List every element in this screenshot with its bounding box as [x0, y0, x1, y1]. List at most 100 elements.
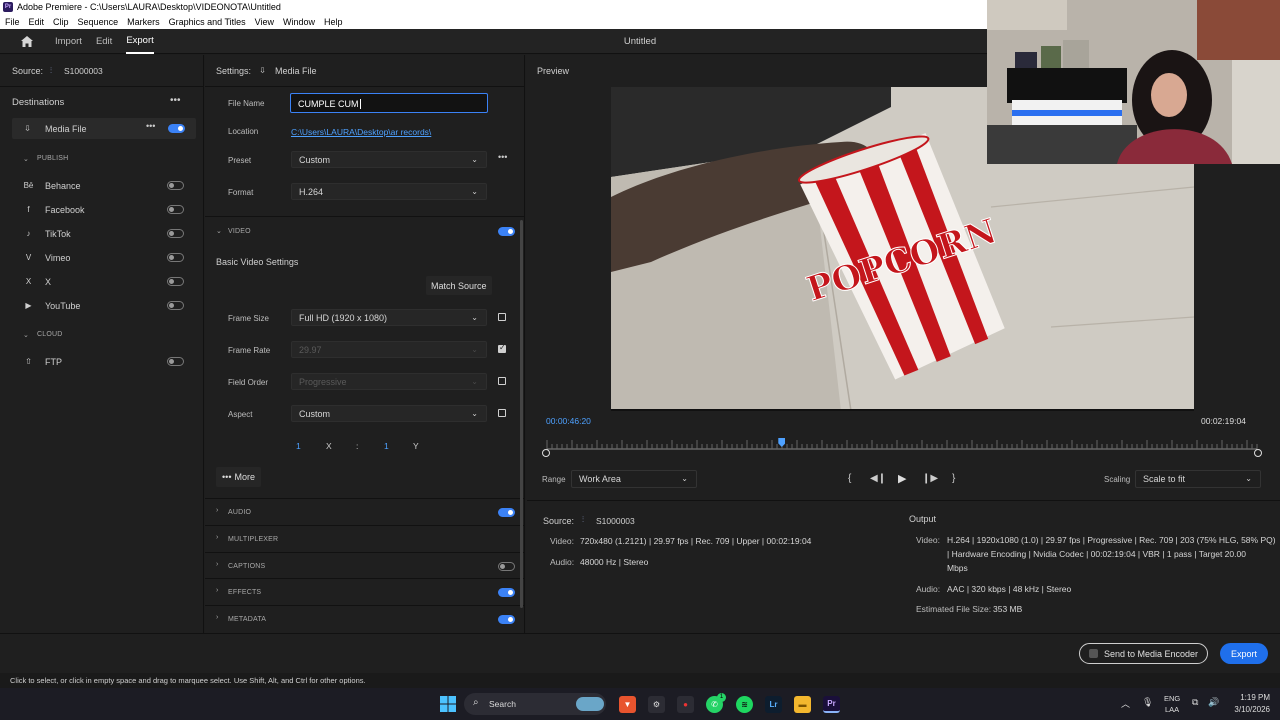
out-point-handle[interactable] — [1254, 449, 1262, 457]
range-dropdown[interactable]: Work Area ⌄ — [571, 470, 697, 488]
settings-scrollbar[interactable] — [520, 220, 523, 608]
set-in-icon[interactable]: { — [848, 473, 851, 484]
more-button[interactable]: ••• More — [216, 467, 261, 487]
cloud-chevron-icon[interactable]: ⌄ — [23, 331, 29, 339]
language-primary[interactable]: ENG — [1164, 694, 1180, 703]
spotify-icon[interactable]: ≋ — [736, 696, 753, 713]
aspect-dropdown[interactable]: Custom ⌄ — [291, 405, 487, 422]
chevron-right-icon[interactable]: › — [216, 587, 219, 594]
section-multiplexer[interactable]: MULTIPLEXER — [228, 536, 278, 543]
chevron-right-icon[interactable]: › — [216, 614, 219, 621]
video-chevron-icon[interactable]: ⌄ — [216, 227, 222, 235]
metadata-toggle[interactable] — [498, 615, 515, 624]
video-section-label[interactable]: VIDEO — [228, 228, 251, 235]
section-effects[interactable]: EFFECTS — [228, 589, 261, 596]
volume-icon[interactable]: 🔊 — [1208, 697, 1219, 708]
clock-date[interactable]: 3/10/2026 — [1225, 705, 1270, 714]
clock-time[interactable]: 1:19 PM — [1232, 693, 1270, 702]
step-forward-icon[interactable]: ❙▶ — [922, 473, 938, 484]
captions-toggle[interactable] — [498, 562, 515, 571]
menu-sequence[interactable]: Sequence — [78, 17, 119, 27]
timeline-ruler[interactable] — [545, 436, 1259, 452]
step-back-icon[interactable]: ◀❙ — [870, 473, 886, 484]
chevron-right-icon[interactable]: › — [216, 561, 219, 568]
chevron-right-icon[interactable]: › — [216, 534, 219, 541]
menu-edit[interactable]: Edit — [29, 17, 45, 27]
current-timecode[interactable]: 00:00:46:20 — [546, 416, 591, 426]
destination-media-file[interactable]: ⇩ Media File ••• — [12, 118, 196, 139]
aspect-checkbox[interactable] — [498, 409, 506, 417]
publish-youtube[interactable]: YouTube — [45, 301, 80, 311]
publish-x[interactable]: X — [45, 277, 51, 287]
media-file-toggle[interactable] — [168, 124, 185, 133]
aspect-x-label: X — [326, 441, 332, 451]
set-out-icon[interactable]: } — [952, 473, 955, 484]
premiere-taskbar-icon[interactable]: Pr — [823, 696, 840, 713]
location-link[interactable]: C:\Users\LAURA\Desktop\ar records\ — [291, 127, 431, 137]
chevron-up-icon[interactable]: ︿ — [1121, 697, 1130, 710]
format-dropdown[interactable]: H.264 ⌄ — [291, 183, 487, 200]
menu-graphics-titles[interactable]: Graphics and Titles — [169, 17, 246, 27]
vimeo-toggle[interactable] — [167, 253, 184, 262]
destinations-more-icon[interactable]: ••• — [170, 95, 181, 106]
field-order-dropdown[interactable]: Progressive ⌄ — [291, 373, 487, 390]
media-file-more-icon[interactable]: ••• — [146, 121, 155, 131]
section-captions[interactable]: CAPTIONS — [228, 563, 265, 570]
frame-size-checkbox[interactable] — [498, 313, 506, 321]
publish-vimeo[interactable]: Vimeo — [45, 253, 70, 263]
divider — [205, 498, 525, 499]
cloud-ftp[interactable]: FTP — [45, 357, 62, 367]
video-toggle[interactable] — [498, 227, 515, 236]
scaling-dropdown[interactable]: Scale to fit ⌄ — [1135, 470, 1261, 488]
language-secondary[interactable]: LAA — [1165, 705, 1179, 714]
chatgpt-icon[interactable]: ⚙ — [648, 696, 665, 713]
preset-more-icon[interactable]: ••• — [498, 152, 507, 162]
publish-behance[interactable]: Behance — [45, 181, 81, 191]
send-to-media-encoder-button[interactable]: Send to Media Encoder — [1079, 643, 1208, 664]
frame-rate-checkbox[interactable] — [498, 343, 506, 353]
preset-dropdown[interactable]: Custom ⌄ — [291, 151, 487, 168]
file-name-input[interactable]: CUMPLE CUM — [290, 93, 488, 113]
effects-toggle[interactable] — [498, 588, 515, 597]
publish-facebook[interactable]: Facebook — [45, 205, 85, 215]
field-order-checkbox[interactable] — [498, 377, 506, 385]
audio-toggle[interactable] — [498, 508, 515, 517]
menu-window[interactable]: Window — [283, 17, 315, 27]
play-icon[interactable]: ▶ — [898, 472, 906, 485]
tab-import[interactable]: Import — [55, 29, 82, 54]
tab-export[interactable]: Export — [126, 29, 154, 54]
section-audio[interactable]: AUDIO — [228, 509, 251, 516]
frame-size-dropdown[interactable]: Full HD (1920 x 1080) ⌄ — [291, 309, 487, 326]
network-icon[interactable]: ⧉ — [1192, 697, 1198, 708]
menu-view[interactable]: View — [255, 17, 274, 27]
frame-rate-dropdown[interactable]: 29.97 ⌄ — [291, 341, 487, 358]
section-metadata[interactable]: METADATA — [228, 616, 266, 623]
brave-browser-icon[interactable]: ▼ — [619, 696, 636, 713]
publish-chevron-icon[interactable]: ⌄ — [23, 155, 29, 163]
match-source-button[interactable]: Match Source — [426, 276, 492, 295]
menu-file[interactable]: File — [5, 17, 20, 27]
screen-recorder-icon[interactable]: ● — [677, 696, 694, 713]
aspect-y-value[interactable]: 1 — [384, 441, 389, 451]
facebook-toggle[interactable] — [167, 205, 184, 214]
tab-edit[interactable]: Edit — [96, 29, 112, 54]
publish-tiktok[interactable]: TikTok — [45, 229, 71, 239]
microphone-icon[interactable]: 🎙 — [1142, 697, 1153, 708]
tiktok-toggle[interactable] — [167, 229, 184, 238]
file-explorer-icon[interactable]: ▬ — [794, 696, 811, 713]
ftp-toggle[interactable] — [167, 357, 184, 366]
in-point-handle[interactable] — [542, 449, 550, 457]
menu-help[interactable]: Help — [324, 17, 343, 27]
behance-toggle[interactable] — [167, 181, 184, 190]
taskbar-search-box[interactable]: ⌕ Search — [464, 693, 606, 715]
lightroom-icon[interactable]: Lr — [765, 696, 782, 713]
home-icon[interactable] — [21, 35, 33, 47]
menu-clip[interactable]: Clip — [53, 17, 69, 27]
youtube-toggle[interactable] — [167, 301, 184, 310]
aspect-x-value[interactable]: 1 — [296, 441, 301, 451]
chevron-right-icon[interactable]: › — [216, 507, 219, 514]
export-button[interactable]: Export — [1220, 643, 1268, 664]
windows-start-icon[interactable] — [440, 696, 456, 712]
menu-markers[interactable]: Markers — [127, 17, 160, 27]
x-toggle[interactable] — [167, 277, 184, 286]
